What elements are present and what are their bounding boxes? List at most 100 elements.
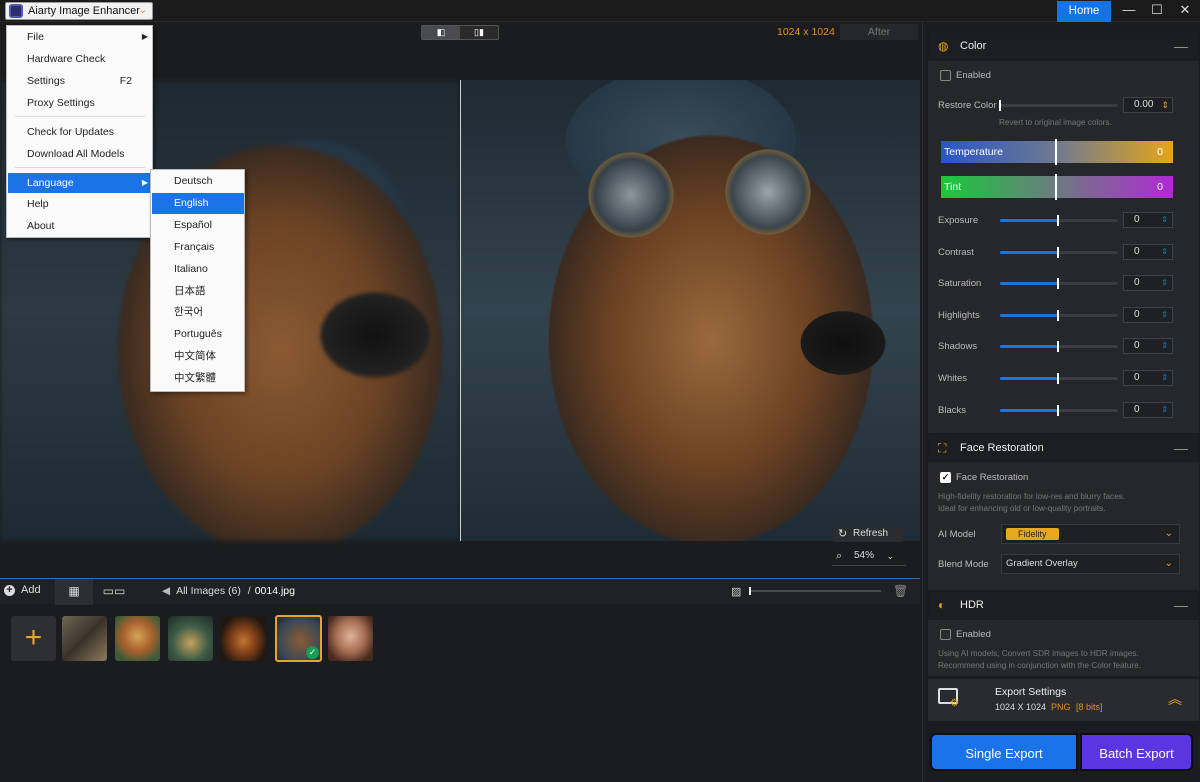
restore-color-thumb[interactable]: [999, 100, 1001, 111]
image-resolution: 1024 x 1024: [777, 26, 835, 38]
minimize-button[interactable]: —: [1119, 3, 1139, 19]
language-item-2[interactable]: Español: [152, 215, 244, 236]
language-submenu: Deutsch English Español Français Italiano 日本語…: [150, 169, 245, 392]
thumbnail-1[interactable]: [62, 616, 107, 661]
restore-color-slider[interactable]: [1000, 104, 1118, 107]
thumbnail-size-thumb[interactable]: [749, 587, 751, 595]
face-section-header[interactable]: ⛶ Face Restoration —: [930, 435, 1198, 461]
hdr-section-header[interactable]: ◐ HDR —: [930, 592, 1198, 618]
thumbnail-2[interactable]: [115, 616, 160, 661]
color-enabled-checkbox[interactable]: [940, 70, 951, 81]
adjust-value-6[interactable]: 0 ⇕: [1123, 401, 1173, 418]
restore-color-value[interactable]: 0.00 ⇕: [1123, 97, 1173, 113]
close-button[interactable]: ✕: [1175, 3, 1195, 19]
after-label: After: [840, 24, 918, 40]
batch-export-button[interactable]: Batch Export: [1080, 733, 1193, 771]
menu-item-check-for-updates[interactable]: Check for Updates: [8, 122, 152, 142]
single-view-icon[interactable]: ◧: [422, 26, 460, 39]
spinner-icon[interactable]: ⇕: [1161, 245, 1168, 259]
spinner-icon[interactable]: ⇕: [1161, 276, 1168, 290]
app-menu-button[interactable]: Aiarty Image Enhancer ⌄: [5, 2, 153, 20]
ai-model-dropdown[interactable]: Fidelity ⌄: [1001, 524, 1180, 544]
adjust-slider-fill-2: [1000, 282, 1058, 286]
adjust-value-0[interactable]: 0 ⇕: [1123, 212, 1173, 228]
adjust-value-5[interactable]: 0 ⇕: [1123, 370, 1173, 386]
adjust-slider-thumb-4[interactable]: [1057, 341, 1059, 353]
adjust-value-4[interactable]: 0 ⇕: [1123, 338, 1173, 355]
adjust-slider-thumb-1[interactable]: [1057, 246, 1059, 258]
thumbnail-3[interactable]: [168, 616, 213, 661]
split-view-icon[interactable]: ▯▮: [460, 26, 498, 39]
hdr-enabled-checkbox[interactable]: [940, 629, 951, 640]
spinner-icon[interactable]: ⇕: [1161, 371, 1168, 385]
menu-item-download-all-models[interactable]: Download All Models: [8, 144, 152, 164]
chevron-down-icon: ⌄: [138, 5, 147, 16]
collapse-icon[interactable]: —: [1174, 435, 1188, 461]
adjust-slider-thumb-5[interactable]: [1057, 373, 1059, 384]
language-item-9[interactable]: 中文繁體: [152, 368, 244, 389]
export-format: PNG: [1051, 702, 1071, 712]
menu-item-about[interactable]: About: [8, 216, 152, 236]
view-mode-toggle[interactable]: ◧ ▯▮: [421, 25, 499, 40]
add-thumbnail-button[interactable]: +: [11, 616, 56, 661]
spinner-icon[interactable]: ⇕: [1161, 213, 1168, 227]
collapse-icon[interactable]: —: [1174, 33, 1188, 59]
tint-slider[interactable]: Tint 0: [941, 174, 1173, 200]
tint-value: 0: [1157, 181, 1163, 193]
language-label-1: English: [174, 196, 209, 209]
thumbnail-size-slider[interactable]: [749, 590, 881, 592]
filmstrip-view-icon[interactable]: ▭▭: [95, 579, 133, 605]
collapse-icon[interactable]: —: [1174, 592, 1188, 618]
home-button[interactable]: Home: [1057, 1, 1111, 22]
thumbnail-5-selected[interactable]: ✓: [275, 615, 322, 662]
thumbnail-4[interactable]: [221, 616, 266, 661]
expand-up-icon[interactable]: ︽: [1168, 689, 1182, 709]
single-export-button[interactable]: Single Export: [930, 733, 1078, 771]
zoom-control[interactable]: ⌕ 54% ⌄: [832, 546, 906, 566]
language-item-1[interactable]: English: [152, 192, 244, 214]
adjust-value-2[interactable]: 0 ⇕: [1123, 275, 1173, 292]
adjust-slider-thumb-6[interactable]: [1057, 404, 1059, 416]
language-item-0[interactable]: Deutsch: [152, 171, 244, 192]
menu-item-language[interactable]: Language ▶: [8, 173, 152, 193]
menu-item-hardware-check[interactable]: Hardware Check: [8, 49, 152, 69]
spinner-icon[interactable]: ⇕: [1161, 403, 1168, 417]
tint-thumb[interactable]: [1055, 174, 1057, 200]
spinner-icon[interactable]: ⇕: [1161, 308, 1168, 322]
language-item-3[interactable]: Français: [152, 237, 244, 258]
trash-icon[interactable]: 🗑: [893, 584, 908, 598]
blend-mode-dropdown[interactable]: Gradient Overlay ⌄: [1001, 554, 1180, 574]
all-images-link[interactable]: All Images (6): [176, 585, 241, 597]
refresh-button[interactable]: ↻ Refresh: [833, 526, 903, 542]
menu-item-file[interactable]: File ▶: [8, 27, 152, 47]
color-section-header[interactable]: ◍ Color —: [930, 33, 1198, 59]
adjust-value-1[interactable]: 0 ⇕: [1123, 243, 1173, 260]
thumbnail-6[interactable]: [328, 616, 373, 661]
face-restoration-checkbox[interactable]: ✓: [940, 472, 951, 483]
temperature-slider[interactable]: Temperature 0: [941, 139, 1173, 165]
adjust-slider-thumb-2[interactable]: [1057, 278, 1059, 290]
adjust-slider-thumb-0[interactable]: [1057, 215, 1059, 226]
maximize-button[interactable]: ☐: [1147, 3, 1167, 19]
face-scan-icon: ⛶: [938, 441, 947, 455]
menu-item-proxy-settings[interactable]: Proxy Settings: [8, 93, 152, 113]
grid-view-icon[interactable]: ▦: [55, 579, 93, 605]
adjust-value-3[interactable]: 0 ⇕: [1123, 306, 1173, 323]
menu-item-help[interactable]: Help: [8, 194, 152, 214]
add-images-button[interactable]: + Add: [4, 584, 41, 596]
restore-color-label: Restore Color: [938, 100, 997, 111]
export-settings[interactable]: ⚙ Export Settings 1024 X 1024 PNG [8 bit…: [928, 679, 1199, 721]
language-item-8[interactable]: 中文简体: [152, 346, 244, 367]
language-item-6[interactable]: 한국어: [152, 302, 244, 323]
back-arrow-icon[interactable]: ◀: [162, 585, 170, 597]
language-item-5[interactable]: 日本語: [152, 281, 244, 302]
language-item-4[interactable]: Italiano: [152, 259, 244, 280]
adjust-slider-thumb-3[interactable]: [1057, 309, 1059, 321]
split-divider[interactable]: [460, 80, 461, 541]
temperature-thumb[interactable]: [1055, 139, 1057, 165]
spinner-icon[interactable]: ⇕: [1161, 339, 1168, 353]
language-item-7[interactable]: Português: [152, 324, 244, 345]
menu-item-settings[interactable]: Settings F2: [8, 71, 152, 91]
adjust-number-4: 0: [1134, 340, 1140, 352]
spinner-icon[interactable]: ⇕: [1161, 98, 1169, 112]
